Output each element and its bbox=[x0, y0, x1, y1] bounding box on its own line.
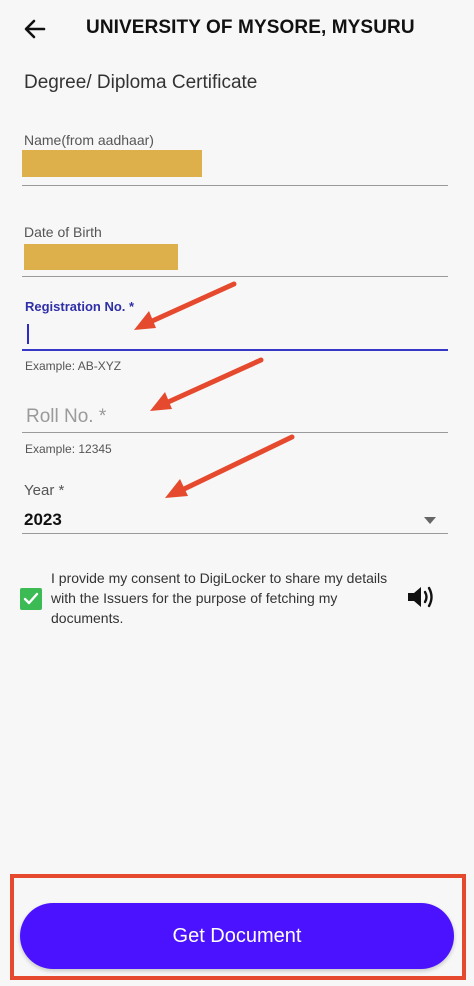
roll-input[interactable] bbox=[22, 402, 448, 432]
dob-label: Date of Birth bbox=[24, 224, 102, 240]
roll-helper: Example: 12345 bbox=[25, 442, 112, 456]
speaker-icon bbox=[408, 586, 433, 608]
registration-underline bbox=[22, 349, 448, 351]
registration-input[interactable] bbox=[22, 319, 448, 349]
name-label: Name(from aadhaar) bbox=[24, 132, 154, 148]
consent-text: I provide my consent to DigiLocker to sh… bbox=[51, 570, 388, 626]
name-redacted-value bbox=[22, 150, 202, 177]
year-select[interactable]: Year * 2023 bbox=[22, 480, 448, 536]
page-title: UNIVERSITY OF MYSORE, MYSURU bbox=[86, 17, 415, 38]
text-cursor bbox=[27, 324, 29, 344]
dob-field: Date of Birth bbox=[22, 224, 448, 280]
screen: UNIVERSITY OF MYSORE, MYSURU Degree/ Dip… bbox=[0, 0, 474, 986]
get-document-button[interactable]: Get Document bbox=[20, 903, 454, 969]
name-field: Name(from aadhaar) bbox=[22, 132, 448, 188]
name-underline bbox=[22, 185, 448, 186]
roll-field: Example: 12345 bbox=[22, 400, 448, 470]
back-arrow-icon bbox=[24, 19, 46, 39]
year-underline bbox=[22, 533, 448, 534]
read-aloud-button[interactable] bbox=[404, 582, 438, 612]
back-button[interactable] bbox=[20, 14, 50, 44]
year-label: Year * bbox=[24, 482, 65, 499]
document-title: Degree/ Diploma Certificate bbox=[24, 72, 258, 93]
app-bar: UNIVERSITY OF MYSORE, MYSURU bbox=[0, 0, 474, 58]
dropdown-triangle-icon bbox=[424, 517, 436, 524]
dob-underline bbox=[22, 276, 448, 277]
consent-checkbox[interactable] bbox=[20, 588, 42, 610]
registration-helper: Example: AB-XYZ bbox=[25, 359, 122, 373]
consent-row: I provide my consent to DigiLocker to sh… bbox=[20, 568, 460, 632]
year-value: 2023 bbox=[24, 510, 62, 529]
registration-field: Registration No. * Example: AB-XYZ bbox=[22, 299, 448, 379]
roll-underline bbox=[22, 432, 448, 433]
dob-redacted-value bbox=[24, 244, 178, 270]
checkmark-icon bbox=[23, 592, 39, 605]
registration-label: Registration No. * bbox=[25, 299, 135, 314]
